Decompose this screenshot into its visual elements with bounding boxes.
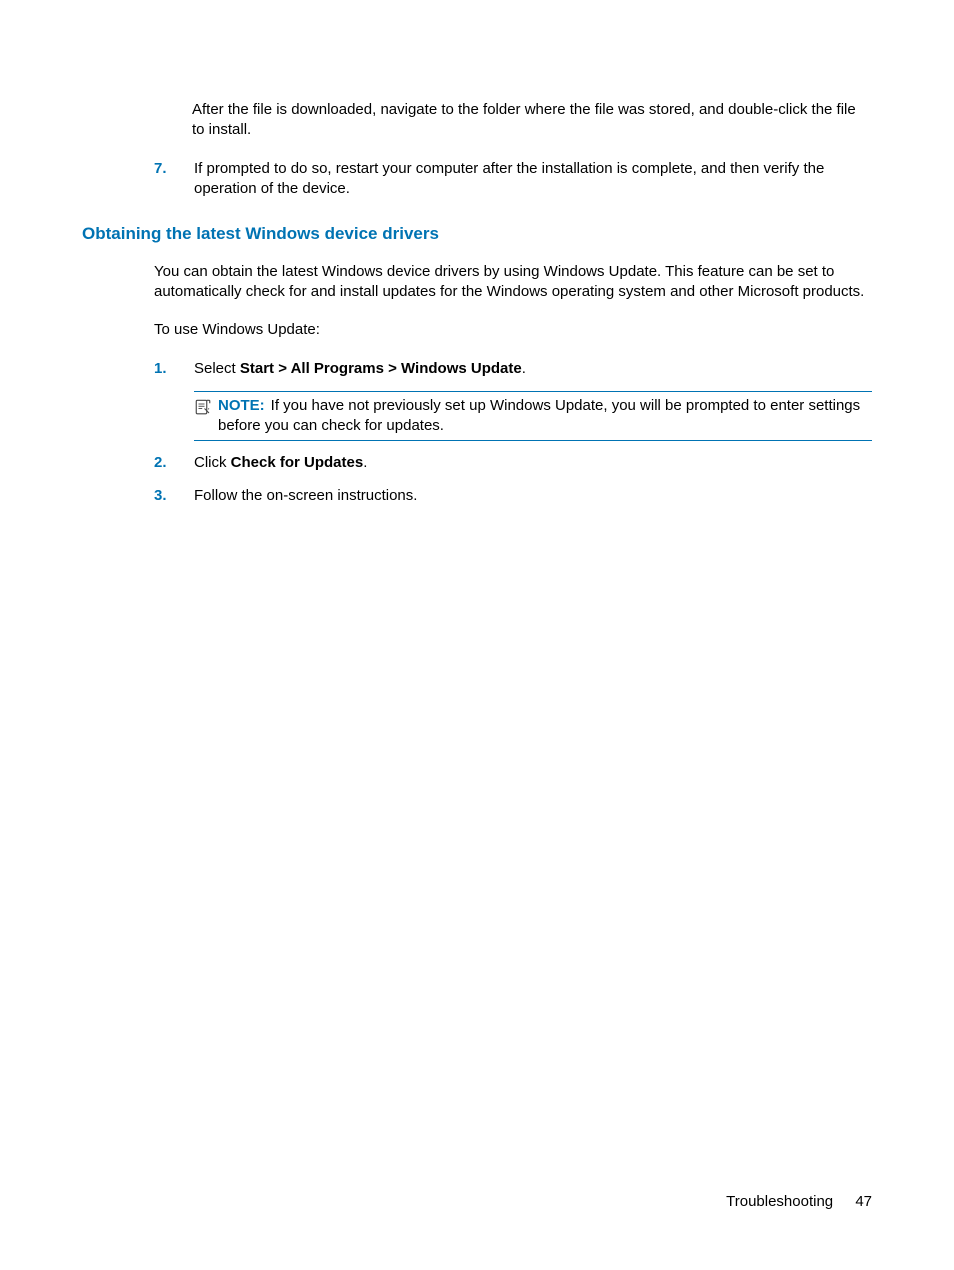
step-2-text: Click Check for Updates. [194, 453, 872, 473]
step-1-pre: Select [194, 360, 240, 377]
step-7-text: If prompted to do so, restart your compu… [194, 159, 872, 200]
step-3-text: Follow the on-screen instructions. [194, 486, 872, 506]
step-1-bold: Start > All Programs > Windows Update [240, 360, 522, 377]
step-number-3: 3. [154, 486, 194, 506]
paragraph-lead: To use Windows Update: [154, 320, 872, 340]
step-1-post: . [522, 360, 526, 377]
paragraph-download-install: After the file is downloaded, navigate t… [192, 100, 872, 141]
note-icon [194, 398, 218, 416]
step-1-text: Select Start > All Programs > Windows Up… [194, 359, 872, 379]
heading-obtaining-drivers: Obtaining the latest Windows device driv… [82, 223, 872, 246]
footer-page-number: 47 [855, 1193, 872, 1210]
paragraph-intro: You can obtain the latest Windows device… [154, 262, 872, 303]
footer-section: Troubleshooting [726, 1193, 833, 1210]
step-number-1: 1. [154, 359, 194, 379]
step-2-pre: Click [194, 454, 231, 471]
step-2-bold: Check for Updates [231, 454, 364, 471]
note-callout: NOTE:If you have not previously set up W… [194, 391, 872, 442]
step-2-post: . [363, 454, 367, 471]
note-text: If you have not previously set up Window… [218, 397, 860, 434]
note-label: NOTE: [218, 397, 271, 414]
step-number-7: 7. [154, 159, 194, 179]
step-number-2: 2. [154, 453, 194, 473]
page-footer: Troubleshooting 47 [726, 1192, 872, 1212]
